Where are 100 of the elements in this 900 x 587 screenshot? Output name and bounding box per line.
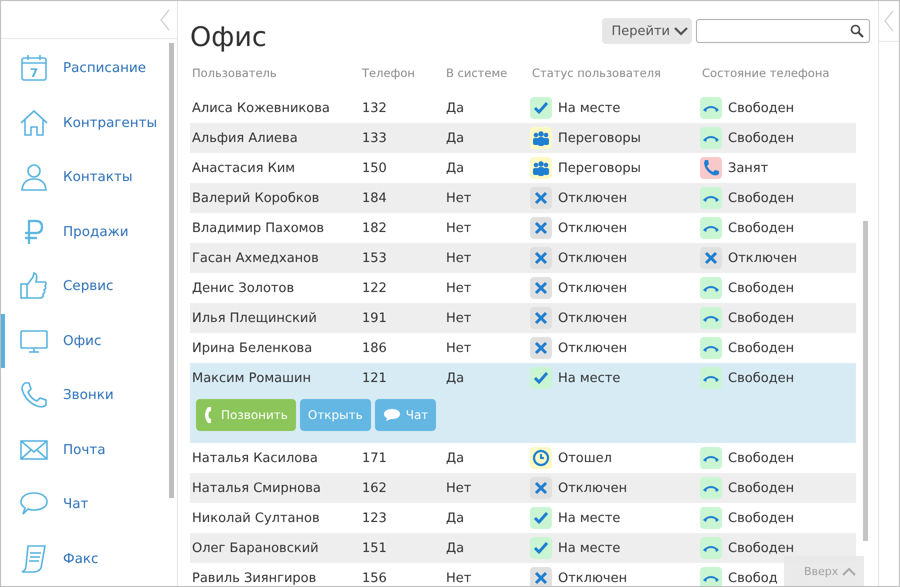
online-status: Нет	[445, 250, 472, 266]
online-status: Да	[445, 510, 466, 526]
user-name: Николай Султанов	[191, 510, 321, 526]
phone-extension: 153	[361, 250, 388, 266]
nav-item[interactable]: Факс	[1, 532, 177, 586]
phone-extension: 133	[361, 130, 388, 146]
nav-item[interactable]: Продажи	[1, 204, 177, 259]
table-row[interactable]: Олег Барановский 151 Да На месте Свободен	[190, 533, 856, 563]
document-icon	[19, 544, 49, 574]
user-status: Отключен	[557, 570, 628, 586]
column-header[interactable]: Статус пользователя	[530, 66, 700, 80]
user-status: Переговоры	[557, 130, 641, 146]
phone-extension: 132	[361, 100, 388, 116]
online-status: Да	[445, 100, 466, 116]
user-name: Анастасия Ким	[191, 160, 296, 176]
user-status: На месте	[557, 540, 620, 556]
nav-item[interactable]: Офис	[1, 314, 177, 368]
online-status: Нет	[445, 480, 472, 496]
user-name: Илья Плещинский	[191, 310, 318, 326]
thumbs-up-icon	[19, 271, 49, 302]
user-name: Олег Барановский	[191, 540, 320, 556]
phone-state: Отключен	[727, 250, 798, 266]
phone-state: Свободен	[727, 480, 794, 496]
phone-state: Свободен	[727, 540, 794, 556]
scrollbar[interactable]	[169, 43, 174, 498]
table-row[interactable]: Гасан Ахмедханов 153 Нет Отключен Отключен	[190, 243, 856, 273]
user-status: Отключен	[557, 220, 628, 236]
user-name: Альфия Алиева	[191, 130, 299, 146]
user-name: Наталья Касилова	[191, 450, 319, 466]
table-row[interactable]: Альфия Алиева 133 Да Переговоры Свободен	[190, 123, 856, 153]
phone-extension: 182	[361, 220, 388, 236]
phone-state: Свободен	[727, 510, 794, 526]
search-icon	[850, 24, 864, 38]
online-status: Нет	[445, 220, 472, 236]
phone-state: Свободен	[727, 190, 794, 206]
online-status: Да	[445, 540, 466, 556]
phone-extension: 151	[361, 540, 388, 556]
user-status: Отключен	[557, 340, 628, 356]
phone-extension: 156	[361, 570, 388, 586]
user-status: Отключен	[557, 190, 628, 206]
phone-state: Свободен	[727, 220, 794, 236]
scrollbar[interactable]	[863, 221, 868, 541]
expand-icon[interactable]	[883, 9, 895, 33]
phone-state: Свобод	[727, 570, 778, 586]
user-status: Переговоры	[557, 160, 641, 176]
column-header[interactable]: Состояние телефона	[700, 66, 856, 80]
user-status: Отключен	[557, 250, 628, 266]
nav-item[interactable]: Почта	[1, 422, 177, 477]
user-status: Отошел	[557, 450, 612, 466]
collapse-icon[interactable]	[159, 8, 171, 32]
user-status: Отключен	[557, 480, 628, 496]
column-header[interactable]: В системе	[444, 66, 530, 80]
user-status: Отключен	[557, 280, 628, 296]
phone-extension: 150	[361, 160, 388, 176]
house-icon	[19, 108, 49, 138]
phone-extension: 162	[361, 480, 388, 496]
caret-icon	[674, 26, 688, 36]
speech-bubble-icon	[382, 408, 401, 422]
phone-extension: 184	[361, 190, 388, 206]
phone-state: Свободен	[727, 310, 794, 326]
user-status: Отключен	[557, 310, 628, 326]
nav-item[interactable]: 7 Расписание	[1, 41, 177, 96]
online-status: Нет	[445, 190, 472, 206]
phone-extension: 122	[361, 280, 388, 296]
phone-extension: 171	[361, 450, 388, 466]
phone-state: Свободен	[727, 370, 794, 386]
phone-extension: 191	[361, 310, 388, 326]
phone-icon	[19, 380, 49, 410]
nav-item[interactable]: Сервис	[1, 259, 177, 314]
user-name: Равиль Зиянгиров	[191, 570, 318, 586]
phone-state: Свободен	[727, 340, 794, 356]
online-status: Да	[445, 130, 466, 146]
caret-icon	[842, 566, 856, 576]
online-status: Да	[445, 160, 466, 176]
nav-item[interactable]: Контакты	[1, 150, 177, 204]
table-row[interactable]: Илья Плещинский 191 Нет Отключен Свободен	[190, 303, 856, 333]
phone-state: Свободен	[727, 130, 794, 146]
user-name: Денис Золотов	[191, 280, 296, 296]
user-name: Владимир Пахомов	[191, 220, 326, 236]
column-header[interactable]: Пользователь	[190, 66, 360, 80]
online-status: Да	[445, 370, 466, 386]
online-status: Нет	[445, 280, 472, 296]
user-name: Максим Ромашин	[191, 370, 312, 386]
nav-item[interactable]: Контрагенты	[1, 96, 177, 150]
table-row[interactable]: Валерий Коробков 184 Нет Отключен Свободен	[190, 183, 856, 213]
user-name: Гасан Ахмедханов	[191, 250, 320, 266]
user-status: На месте	[557, 100, 620, 116]
online-status: Нет	[445, 340, 472, 356]
phone-state: Свободен	[727, 280, 794, 296]
online-status: Да	[445, 450, 466, 466]
page-title: Офис	[190, 22, 267, 53]
go-dropdown[interactable]: Перейти	[602, 18, 692, 44]
nav-item[interactable]: Звонки	[1, 368, 177, 422]
nav-item[interactable]: Чат	[1, 477, 177, 532]
user-status: На месте	[557, 370, 620, 386]
column-header[interactable]: Телефон	[360, 66, 444, 80]
search-field[interactable]	[696, 19, 870, 43]
person-icon	[19, 162, 49, 192]
table-row[interactable]: Наталья Смирнова 162 Нет Отключен Свободен	[190, 473, 856, 503]
phone-state: Свободен	[727, 450, 794, 466]
